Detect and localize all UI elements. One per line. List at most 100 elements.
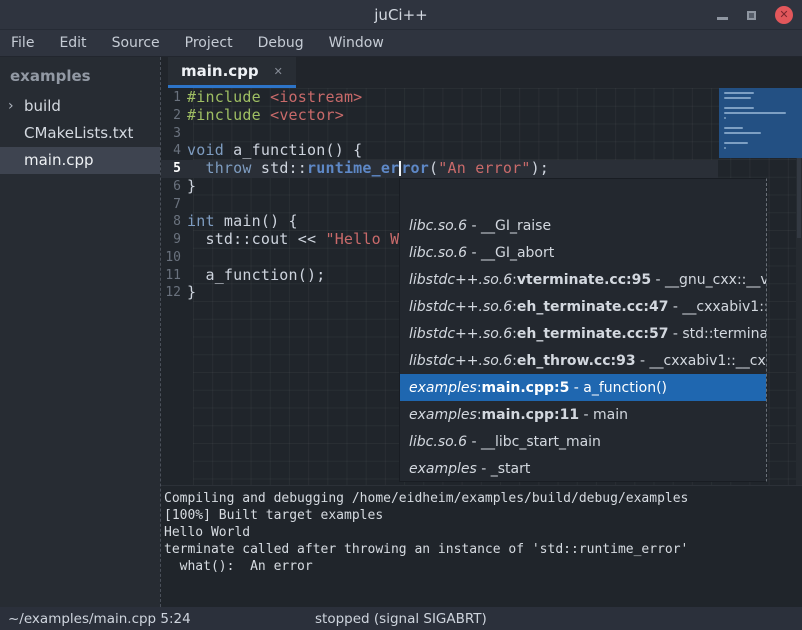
function-name: - __cxxabiv1::__cxa_thro [636, 353, 766, 369]
terminal-line: [100%] Built target examples [164, 507, 802, 524]
debug-status: stopped (signal SIGABRT) [315, 611, 487, 627]
line-number: 9 [161, 231, 187, 249]
backtrace-item[interactable]: examples:main.cpp:11 - main [400, 401, 766, 428]
overview-line [724, 142, 748, 144]
file-and-line: eh_terminate.cc:47 [517, 299, 669, 315]
overview-line [724, 92, 754, 94]
tab-bar: main.cpp ✕ [161, 57, 802, 88]
code-overview-map[interactable] [719, 88, 802, 158]
backtrace-item[interactable]: libc.so.6 - __GI_raise [400, 212, 766, 239]
sidebar-item-label: build [24, 97, 61, 115]
backtrace-item[interactable]: libc.so.6 - __GI_abort [400, 239, 766, 266]
function-name: - __libc_start_main [467, 434, 601, 450]
sidebar-item-label: main.cpp [24, 151, 94, 169]
sidebar-item-main-cpp[interactable]: main.cpp [0, 147, 160, 174]
minimize-button[interactable] [717, 10, 728, 20]
menu-item-edit[interactable]: Edit [59, 35, 86, 51]
line-number: 12 [161, 284, 187, 302]
line-number: 4 [161, 142, 187, 160]
code-text: } [187, 284, 196, 302]
terminal-output[interactable]: Compiling and debugging /home/eidheim/ex… [161, 485, 802, 607]
function-name: - main [579, 407, 628, 423]
backtrace-item[interactable]: libc.so.6 - __libc_start_main [400, 428, 766, 455]
line-number: 10 [161, 249, 187, 267]
window-controls: ✕ [717, 0, 793, 30]
tab-main-cpp[interactable]: main.cpp ✕ [168, 57, 296, 88]
library-name: libc.so.6 [409, 434, 467, 450]
overview-line [724, 117, 726, 119]
sidebar-item-cmakelists-txt[interactable]: CMakeLists.txt [0, 120, 160, 147]
chevron-right-icon: › [8, 93, 14, 120]
terminal-line: Compiling and debugging /home/eidheim/ex… [164, 490, 802, 507]
terminal-line: Hello World [164, 524, 802, 541]
library-name: libstdc++.so.6 [409, 299, 512, 315]
backtrace-popup: libc.so.6 - __GI_raiselibc.so.6 - __GI_a… [399, 178, 767, 482]
editor-column: main.cpp ✕ 1#include <iostream>2#include… [160, 57, 802, 607]
overview-line [724, 97, 751, 99]
line-number: 5 [161, 160, 187, 178]
overview-line [724, 112, 786, 114]
code-text: } [187, 178, 196, 196]
overview-line [724, 127, 743, 129]
restore-icon [747, 11, 756, 20]
library-name: libstdc++.so.6 [409, 272, 512, 288]
function-name: - std::terminate() [668, 326, 766, 342]
overview-line [724, 132, 761, 134]
function-name: - _start [477, 461, 531, 477]
code-text: void a_function() { [187, 142, 362, 160]
tab-close-icon[interactable]: ✕ [274, 65, 283, 78]
close-icon: ✕ [779, 6, 788, 24]
code-text: #include <vector> [187, 107, 344, 125]
backtrace-item[interactable]: libstdc++.so.6:eh_throw.cc:93 - __cxxabi… [400, 347, 766, 374]
terminal-line: what(): An error [164, 558, 802, 575]
backtrace-popup-header [400, 179, 766, 212]
code-text: std::cout << "Hello W [187, 231, 399, 249]
line-number: 11 [161, 267, 187, 285]
backtrace-list: libc.so.6 - __GI_raiselibc.so.6 - __GI_a… [400, 212, 766, 482]
code-line[interactable]: 4void a_function() { [161, 142, 802, 160]
backtrace-item[interactable]: examples - _start [400, 455, 766, 482]
line-number: 7 [161, 196, 187, 214]
menu-item-project[interactable]: Project [185, 35, 233, 51]
file-location: ~/examples/main.cpp 5:24 [0, 611, 191, 627]
menu-item-debug[interactable]: Debug [258, 35, 304, 51]
menu-item-source[interactable]: Source [112, 35, 160, 51]
library-name: examples [409, 407, 477, 423]
sidebar-item-label: CMakeLists.txt [24, 124, 133, 142]
close-button[interactable]: ✕ [775, 6, 793, 24]
library-name: libstdc++.so.6 [409, 353, 512, 369]
backtrace-item[interactable]: libstdc++.so.6:eh_terminate.cc:47 - __cx… [400, 293, 766, 320]
code-line[interactable]: 1#include <iostream> [161, 89, 802, 107]
line-number: 3 [161, 125, 187, 143]
code-text: #include <iostream> [187, 89, 362, 107]
file-and-line: main.cpp:5 [482, 380, 570, 396]
file-and-line: eh_terminate.cc:57 [517, 326, 669, 342]
library-name: libstdc++.so.6 [409, 326, 512, 342]
code-text: throw std::runtime_error("An error"); [187, 160, 549, 178]
backtrace-item[interactable]: examples:main.cpp:5 - a_function() [400, 374, 766, 401]
function-name: - __GI_abort [467, 245, 554, 261]
backtrace-item[interactable]: libstdc++.so.6:vterminate.cc:95 - __gnu_… [400, 266, 766, 293]
line-number: 1 [161, 89, 187, 107]
library-name: libc.so.6 [409, 245, 467, 261]
main-content: examples › build CMakeLists.txt main.cpp ma… [0, 57, 802, 607]
function-name: - __gnu_cxx::__verbos [651, 272, 766, 288]
library-name: libc.so.6 [409, 218, 467, 234]
statusbar: ~/examples/main.cpp 5:24 stopped (signal… [0, 607, 802, 630]
menu-item-window[interactable]: Window [329, 35, 384, 51]
line-number: 2 [161, 107, 187, 125]
backtrace-item[interactable]: libstdc++.so.6:eh_terminate.cc:57 - std:… [400, 320, 766, 347]
file-and-line: vterminate.cc:95 [517, 272, 651, 288]
code-line[interactable]: 5 throw std::runtime_error("An error"); [161, 160, 802, 178]
code-editor[interactable]: 1#include <iostream>2#include <vector>34… [161, 88, 802, 485]
juci-window: juCi++ ✕ FileEditSourceProjectDebugWindo… [0, 0, 802, 630]
function-name: - __GI_raise [467, 218, 551, 234]
menubar: File Edit Source Project Debug Window [0, 30, 802, 57]
sidebar-item-build[interactable]: › build [0, 93, 160, 120]
menu-item-file[interactable]: File [11, 35, 34, 51]
restore-button[interactable] [747, 11, 756, 20]
function-name: - a_function() [569, 380, 667, 396]
tab-label: main.cpp [181, 62, 259, 80]
code-line[interactable]: 3 [161, 125, 802, 143]
code-line[interactable]: 2#include <vector> [161, 107, 802, 125]
